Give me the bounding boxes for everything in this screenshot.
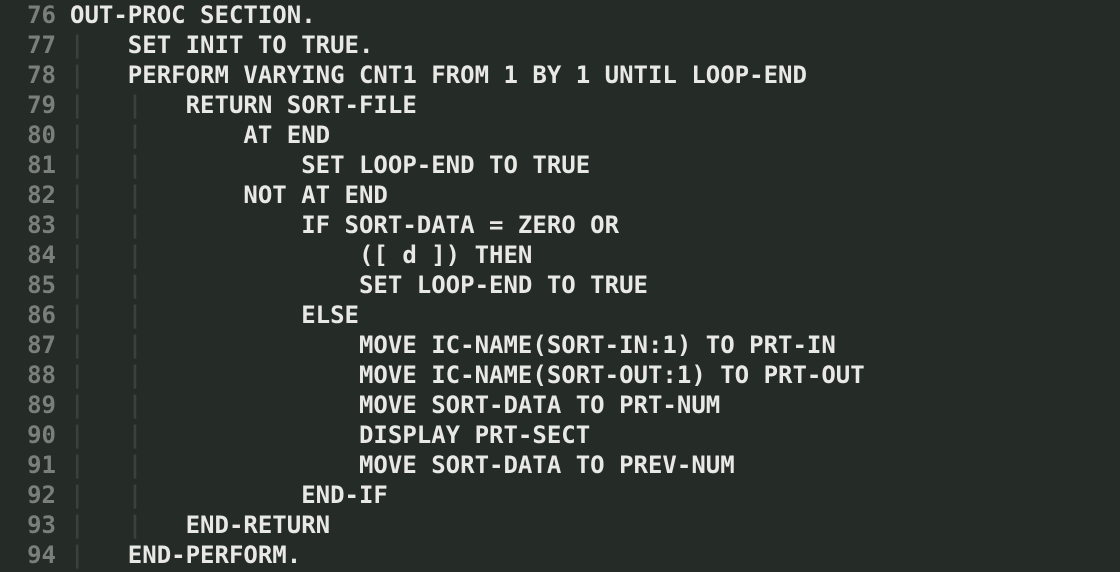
code-text[interactable]: MOVE IC-NAME(SORT-OUT:1) TO PRT-OUT <box>186 360 865 390</box>
line-number: 80 <box>0 120 70 150</box>
code-line[interactable]: 88| | MOVE IC-NAME(SORT-OUT:1) TO PRT-OU… <box>0 360 1120 390</box>
code-text[interactable]: END-RETURN <box>186 510 331 540</box>
line-number: 83 <box>0 210 70 240</box>
code-text[interactable]: SET LOOP-END TO TRUE <box>186 150 591 180</box>
indent-guides: | | <box>70 90 186 120</box>
code-text[interactable]: MOVE SORT-DATA TO PRT-NUM <box>186 390 721 420</box>
line-number: 92 <box>0 480 70 510</box>
indent-guides: | <box>70 30 128 60</box>
line-number: 90 <box>0 420 70 450</box>
code-text[interactable]: MOVE IC-NAME(SORT-IN:1) TO PRT-IN <box>186 330 836 360</box>
code-line[interactable]: 86| | ELSE <box>0 300 1120 330</box>
code-text[interactable]: IF SORT-DATA = ZERO OR <box>186 210 619 240</box>
code-text[interactable]: PERFORM VARYING CNT1 FROM 1 BY 1 UNTIL L… <box>128 60 807 90</box>
indent-guides: | | <box>70 330 186 360</box>
code-line[interactable]: 92| | END-IF <box>0 480 1120 510</box>
code-line[interactable]: 93| | END-RETURN <box>0 510 1120 540</box>
line-number: 81 <box>0 150 70 180</box>
indent-guides: | | <box>70 360 186 390</box>
code-text[interactable]: END-IF <box>186 480 388 510</box>
indent-guides: | | <box>70 210 186 240</box>
line-number: 82 <box>0 180 70 210</box>
indent-guides: | <box>70 540 128 570</box>
code-line[interactable]: 94| END-PERFORM. <box>0 540 1120 570</box>
code-text[interactable]: ELSE <box>186 300 359 330</box>
code-line[interactable]: 83| | IF SORT-DATA = ZERO OR <box>0 210 1120 240</box>
indent-guides: | | <box>70 180 186 210</box>
code-text[interactable]: NOT AT END <box>186 180 388 210</box>
code-line[interactable]: 80| | AT END <box>0 120 1120 150</box>
line-number: 93 <box>0 510 70 540</box>
code-text[interactable]: AT END <box>186 120 331 150</box>
indent-guides: | | <box>70 390 186 420</box>
indent-guides: | | <box>70 480 186 510</box>
line-number: 85 <box>0 270 70 300</box>
indent-guides: | | <box>70 240 186 270</box>
indent-guides: | | <box>70 150 186 180</box>
code-line[interactable]: 89| | MOVE SORT-DATA TO PRT-NUM <box>0 390 1120 420</box>
code-editor[interactable]: 76OUT-PROC SECTION.77| SET INIT TO TRUE.… <box>0 0 1120 570</box>
line-number: 79 <box>0 90 70 120</box>
code-line[interactable]: 76OUT-PROC SECTION. <box>0 0 1120 30</box>
code-line[interactable]: 84| | ([ d ]) THEN <box>0 240 1120 270</box>
code-text[interactable]: END-PERFORM. <box>128 540 301 570</box>
code-line[interactable]: 78| PERFORM VARYING CNT1 FROM 1 BY 1 UNT… <box>0 60 1120 90</box>
line-number: 78 <box>0 60 70 90</box>
line-number: 86 <box>0 300 70 330</box>
code-text[interactable]: DISPLAY PRT-SECT <box>186 420 591 450</box>
code-text[interactable]: ([ d ]) THEN <box>186 240 533 270</box>
code-text[interactable]: RETURN SORT-FILE <box>186 90 417 120</box>
code-text[interactable]: SET LOOP-END TO TRUE <box>186 270 648 300</box>
code-line[interactable]: 82| | NOT AT END <box>0 180 1120 210</box>
indent-guides: | | <box>70 510 186 540</box>
line-number: 76 <box>0 0 70 30</box>
line-number: 77 <box>0 30 70 60</box>
code-line[interactable]: 85| | SET LOOP-END TO TRUE <box>0 270 1120 300</box>
code-line[interactable]: 90| | DISPLAY PRT-SECT <box>0 420 1120 450</box>
indent-guides: | | <box>70 420 186 450</box>
code-text[interactable]: MOVE SORT-DATA TO PREV-NUM <box>186 450 735 480</box>
line-number: 87 <box>0 330 70 360</box>
code-line[interactable]: 79| | RETURN SORT-FILE <box>0 90 1120 120</box>
code-line[interactable]: 91| | MOVE SORT-DATA TO PREV-NUM <box>0 450 1120 480</box>
code-text[interactable]: OUT-PROC SECTION. <box>70 0 316 30</box>
indent-guides: | | <box>70 300 186 330</box>
indent-guides: | | <box>70 450 186 480</box>
indent-guides: | <box>70 60 128 90</box>
line-number: 89 <box>0 390 70 420</box>
line-number: 91 <box>0 450 70 480</box>
code-line[interactable]: 77| SET INIT TO TRUE. <box>0 30 1120 60</box>
line-number: 88 <box>0 360 70 390</box>
code-text[interactable]: SET INIT TO TRUE. <box>128 30 374 60</box>
indent-guides: | | <box>70 270 186 300</box>
indent-guides: | | <box>70 120 186 150</box>
code-line[interactable]: 87| | MOVE IC-NAME(SORT-IN:1) TO PRT-IN <box>0 330 1120 360</box>
line-number: 84 <box>0 240 70 270</box>
line-number: 94 <box>0 540 70 570</box>
code-line[interactable]: 81| | SET LOOP-END TO TRUE <box>0 150 1120 180</box>
